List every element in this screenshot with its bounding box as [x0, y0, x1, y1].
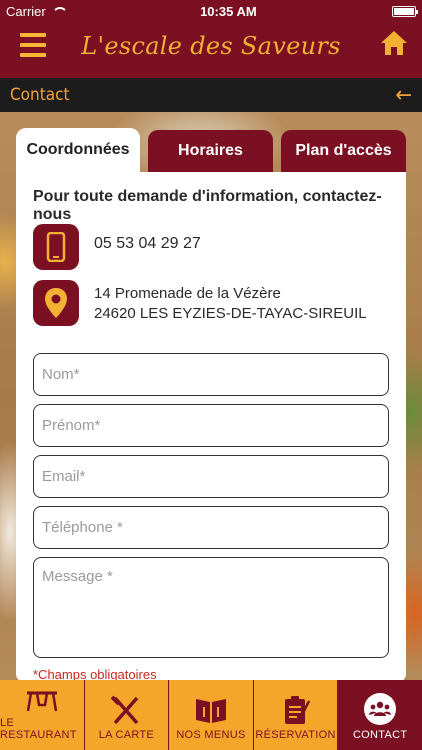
nav-label: RÉSERVATION: [255, 729, 336, 741]
tab-plan-acces[interactable]: Plan d'accès: [281, 130, 406, 172]
wifi-icon: [51, 6, 68, 16]
hamburger-menu-icon[interactable]: [20, 33, 46, 57]
nav-contact[interactable]: CONTACT: [338, 680, 422, 750]
location-icon-box[interactable]: [33, 280, 79, 326]
telephone-field[interactable]: [33, 506, 389, 549]
tab-bar: Coordonnées Horaires Plan d'accès: [16, 128, 406, 172]
app-header: L'escale des Saveurs: [0, 22, 422, 78]
nav-la-carte[interactable]: LA CARTE: [85, 680, 170, 750]
status-bar: Carrier 10:35 AM: [0, 0, 422, 22]
brand-logo: L'escale des Saveurs: [81, 32, 341, 60]
phone-number[interactable]: 05 53 04 29 27: [94, 235, 201, 253]
carrier-label: Carrier: [6, 3, 46, 19]
nav-label: NOS MENUS: [176, 729, 246, 741]
contact-intro: Pour toute demande d'information, contac…: [33, 188, 382, 223]
home-icon[interactable]: [380, 30, 408, 56]
restaurant-icon: [26, 691, 58, 712]
tab-coordonnees[interactable]: Coordonnées: [16, 128, 140, 172]
nav-nos-menus[interactable]: NOS MENUS: [169, 680, 254, 750]
nav-restaurant[interactable]: LE RESTAURANT: [0, 680, 85, 750]
cutlery-icon: [110, 695, 139, 725]
section-title: Contact: [10, 85, 70, 105]
nav-label: LA CARTE: [98, 729, 155, 741]
tab-horaires[interactable]: Horaires: [148, 130, 273, 172]
contact-group-icon: [364, 693, 397, 725]
clipboard-icon: [284, 696, 310, 724]
bottom-nav: LE RESTAURANT LA CARTE NOS MENUS RÉSERVA…: [0, 680, 422, 750]
prenom-field[interactable]: [33, 404, 389, 447]
phone-icon-box[interactable]: [33, 224, 79, 270]
clock: 10:35 AM: [200, 3, 257, 19]
message-field[interactable]: [33, 557, 389, 658]
email-field[interactable]: [33, 455, 389, 498]
contact-card: Pour toute demande d'information, contac…: [16, 172, 406, 682]
section-bar: Contact ←: [0, 78, 422, 112]
nom-field[interactable]: [33, 353, 389, 396]
battery-icon: [392, 5, 418, 17]
nav-label: LE RESTAURANT: [0, 717, 77, 741]
nav-label: CONTACT: [352, 729, 408, 741]
arrow-left-icon[interactable]: ←: [395, 83, 412, 108]
menu-book-icon: [195, 699, 226, 723]
address-line-2: 24620 LES EYZIES-DE-TAYAC-SIREUIL: [94, 305, 367, 322]
nav-reservation[interactable]: RÉSERVATION: [254, 680, 339, 750]
phone-icon: [46, 232, 66, 262]
address-line-1: 14 Promenade de la Vézère: [94, 285, 281, 302]
location-pin-icon: [45, 288, 67, 318]
